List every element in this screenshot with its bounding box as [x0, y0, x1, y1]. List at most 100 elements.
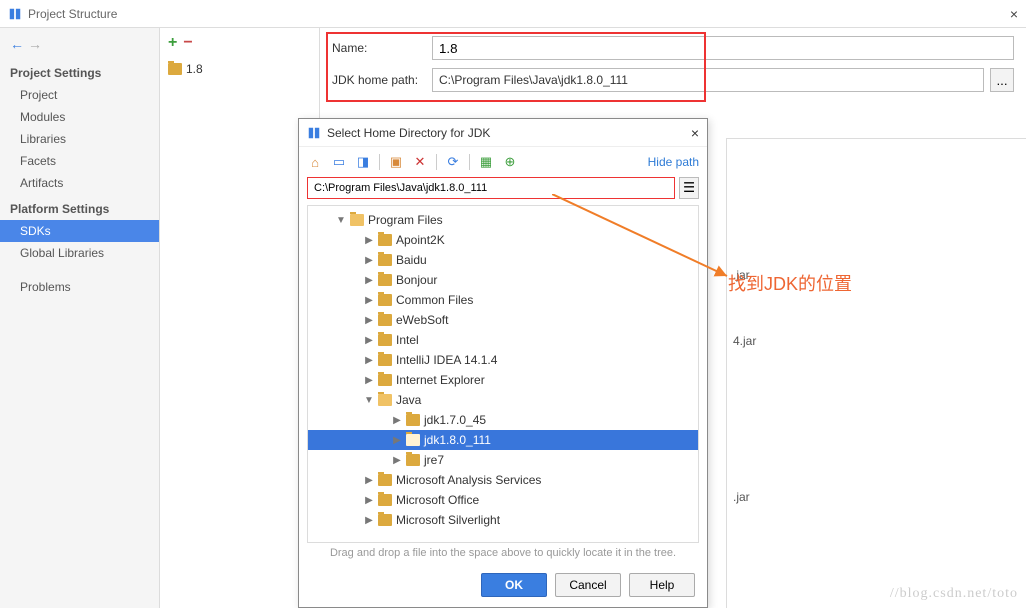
tree-node-label: Microsoft Analysis Services	[396, 473, 541, 487]
folder-icon	[378, 334, 392, 346]
forward-arrow-icon[interactable]: →	[28, 36, 42, 52]
tree-node[interactable]: ▶ Baidu	[308, 250, 698, 270]
remove-sdk-icon[interactable]: −	[183, 34, 192, 52]
tree-node[interactable]: ▶ Microsoft Analysis Services	[308, 470, 698, 490]
sidebar-item-facets[interactable]: Facets	[0, 150, 159, 172]
tree-node[interactable]: ▶ Intel	[308, 330, 698, 350]
chevron-right-icon[interactable]: ▶	[364, 375, 374, 386]
tree-node[interactable]: ▶ IntelliJ IDEA 14.1.4	[308, 350, 698, 370]
back-arrow-icon[interactable]: ←	[10, 36, 24, 52]
hide-path-link[interactable]: Hide path	[648, 155, 699, 169]
tree-node[interactable]: ▶ Apoint2K	[308, 230, 698, 250]
folder-icon	[378, 374, 392, 386]
tree-node-label: jdk1.7.0_45	[424, 413, 486, 427]
folder-icon	[378, 354, 392, 366]
separator	[469, 154, 470, 170]
sidebar-header-project: Project Settings	[0, 58, 159, 84]
chevron-right-icon[interactable]: ▶	[392, 455, 402, 466]
chevron-right-icon[interactable]: ▶	[364, 295, 374, 306]
folder-icon	[378, 254, 392, 266]
tree-hint: Drag and drop a file into the space abov…	[299, 543, 707, 563]
expand-icon[interactable]: ⊕	[502, 154, 518, 170]
chevron-down-icon[interactable]: ▼	[336, 215, 346, 226]
chevron-right-icon[interactable]: ▶	[364, 515, 374, 526]
tree-node-label: Intel	[396, 333, 419, 347]
tree-locate-button[interactable]: ☰	[679, 177, 699, 199]
chevron-right-icon[interactable]: ▶	[364, 255, 374, 266]
jdk-path-display: C:\Program Files\Java\jdk1.8.0_111	[432, 68, 984, 92]
chevron-right-icon[interactable]: ▶	[364, 495, 374, 506]
tree-node[interactable]: ▶Common Files	[308, 290, 698, 310]
tree-node[interactable]: ▼ Program Files	[308, 210, 698, 230]
chevron-right-icon[interactable]: ▶	[364, 315, 374, 326]
tree-node-label: jdk1.8.0_111	[424, 433, 491, 447]
separator	[379, 154, 380, 170]
home-icon[interactable]: ⌂	[307, 154, 323, 170]
sidebar-item-project[interactable]: Project	[0, 84, 159, 106]
chevron-right-icon[interactable]: ▶	[364, 335, 374, 346]
chevron-right-icon[interactable]: ▶	[364, 275, 374, 286]
tree-node-label: IntelliJ IDEA 14.1.4	[396, 353, 497, 367]
tree-node-label: eWebSoft	[396, 313, 448, 327]
tree-node-label: Baidu	[396, 253, 427, 267]
tree-node[interactable]: ▶ jdk1.8.0_111	[308, 430, 698, 450]
dialog-close-icon[interactable]: ×	[691, 125, 699, 141]
sidebar: ← → Project Settings ProjectModulesLibra…	[0, 28, 160, 608]
new-folder-icon[interactable]: ▣	[388, 154, 404, 170]
tree-node[interactable]: ▶jre7	[308, 450, 698, 470]
folder-icon	[378, 274, 392, 286]
annotation-text: 找到JDK的位置	[728, 270, 852, 296]
ok-button[interactable]: OK	[481, 573, 547, 597]
directory-tree[interactable]: ▼ Program Files ▶ Apoint2K ▶ Baidu ▶ Bonjour ▶Co…	[307, 205, 699, 543]
sidebar-item-sdks[interactable]: SDKs	[0, 220, 159, 242]
chevron-right-icon[interactable]: ▶	[392, 435, 402, 446]
tree-node[interactable]: ▶Microsoft Office	[308, 490, 698, 510]
info-line: .jar	[733, 489, 1020, 505]
folder-icon	[350, 214, 364, 226]
tree-node[interactable]: ▶ Bonjour	[308, 270, 698, 290]
dialog-logo-icon	[307, 126, 321, 140]
desktop-icon[interactable]: ▭	[331, 154, 347, 170]
sidebar-item-global-libraries[interactable]: Global Libraries	[0, 242, 159, 264]
tree-node[interactable]: ▶Internet Explorer	[308, 370, 698, 390]
chevron-right-icon[interactable]: ▶	[364, 355, 374, 366]
folder-icon	[378, 314, 392, 326]
info-line: 4.jar	[733, 333, 1020, 349]
window-close-icon[interactable]: ×	[1010, 6, 1018, 22]
folder-icon	[378, 234, 392, 246]
sidebar-item-modules[interactable]: Modules	[0, 106, 159, 128]
folder-icon	[406, 454, 420, 466]
folder-icon	[406, 434, 420, 446]
tree-node[interactable]: ▶Microsoft Silverlight	[308, 510, 698, 530]
tree-node-label: Apoint2K	[396, 233, 445, 247]
chevron-right-icon[interactable]: ▶	[364, 235, 374, 246]
watermark: //blog.csdn.net/toto	[890, 586, 1018, 602]
tree-node-label: Bonjour	[396, 273, 437, 287]
browse-path-button[interactable]: ...	[990, 68, 1014, 92]
name-input[interactable]	[432, 36, 1014, 60]
sidebar-item-problems[interactable]: Problems	[0, 276, 159, 298]
project-icon[interactable]: ◨	[355, 154, 371, 170]
show-hidden-icon[interactable]: ▦	[478, 154, 494, 170]
tree-node[interactable]: ▶ eWebSoft	[308, 310, 698, 330]
cancel-button[interactable]: Cancel	[555, 573, 621, 597]
refresh-icon[interactable]: ⟳	[445, 154, 461, 170]
folder-icon	[378, 494, 392, 506]
sidebar-item-artifacts[interactable]: Artifacts	[0, 172, 159, 194]
chevron-right-icon[interactable]: ▶	[392, 415, 402, 426]
tree-node-label: Program Files	[368, 213, 443, 227]
sdk-list-item[interactable]: 1.8	[160, 58, 319, 80]
help-button[interactable]: Help	[629, 573, 695, 597]
delete-icon[interactable]: ✕	[412, 154, 428, 170]
tree-node[interactable]: ▼ Java	[308, 390, 698, 410]
tree-node-label: Java	[396, 393, 421, 407]
add-sdk-icon[interactable]: +	[168, 34, 177, 52]
folder-icon	[378, 294, 392, 306]
tree-node[interactable]: ▶ jdk1.7.0_45	[308, 410, 698, 430]
sidebar-item-libraries[interactable]: Libraries	[0, 128, 159, 150]
folder-icon	[406, 414, 420, 426]
dialog-path-input[interactable]	[307, 177, 675, 199]
app-logo-icon	[8, 7, 22, 21]
chevron-right-icon[interactable]: ▶	[364, 475, 374, 486]
chevron-down-icon[interactable]: ▼	[364, 395, 374, 406]
